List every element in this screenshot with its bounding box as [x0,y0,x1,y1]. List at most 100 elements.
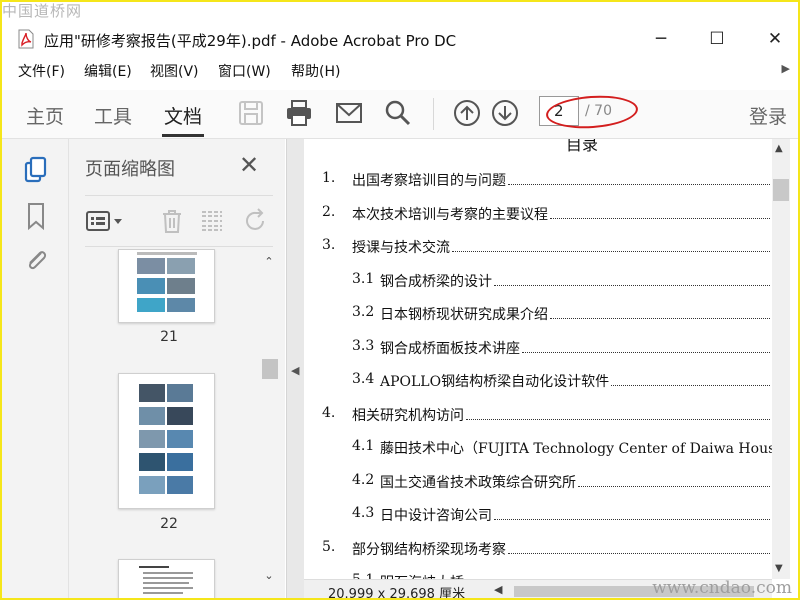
app-window: 应用"研修考察报告(平成29年).pdf - Adobe Acrobat Pro… [0,0,800,600]
panel-toolbar [85,195,273,247]
scroll-down-icon[interactable]: ▼ [775,563,783,574]
toc-number: 3.4 [352,371,375,387]
tab-document[interactable]: 文档 [164,102,202,129]
thumbnail-list: 21 22 [69,249,285,598]
thumbnail-options-icon[interactable] [85,208,125,234]
toc-entry[interactable]: 5. 部分钢结构桥梁现场考察 [304,539,772,559]
thumbnail-scrollbar[interactable]: ⌃ ⌄ [261,251,278,589]
scroll-thumb[interactable] [773,179,789,201]
toc-number: 4.3 [352,505,375,521]
mail-icon[interactable] [334,98,364,128]
bookmark-icon[interactable] [22,201,50,231]
rotate-icon[interactable] [243,208,269,234]
toc-title: 本次技术培训与考察的主要议程 [352,206,548,223]
attachment-icon[interactable] [22,245,50,275]
panel-title: 页面缩略图 [85,159,175,180]
menu-bar: 文件(F) 编辑(E) 视图(V) 窗口(W) 帮助(H) ▶ [2,58,798,84]
toc-title: APOLLO钢结构桥梁自动化设计软件 [380,374,610,390]
toc-entry[interactable]: 4. 相关研究机构访问 [304,405,772,425]
toc-number: 3. [322,237,336,253]
menu-edit[interactable]: 编辑(E) [84,61,132,81]
page-up-icon[interactable] [452,98,482,128]
toc-entry[interactable]: 1. 出国考察培训目的与问题 [304,170,772,190]
toc-number: 4.2 [352,471,375,488]
toc-title: 授课与技术交流 [352,240,450,256]
page-dimensions: 20.999 x 29.698 厘米 [328,587,466,600]
menu-file[interactable]: 文件(F) [18,61,65,81]
watermark-top: 中国道桥网 [2,2,83,20]
document-heading: 目录 [566,139,599,154]
delete-icon[interactable] [159,208,185,234]
page-thumbnail[interactable] [118,249,215,323]
save-icon[interactable] [236,98,266,128]
maximize-button[interactable]: ☐ [706,28,728,50]
toc-leader [494,507,770,520]
toc-entry[interactable]: 3.1 钢合成桥梁的设计 [304,271,772,291]
toc-title: 明石海峡大桥 [380,572,464,579]
toc-number: 3.3 [352,337,375,354]
page-down-icon[interactable] [490,98,520,128]
minimize-button[interactable]: ─ [650,28,672,50]
toc-title: 国土交通省技术政策综合研究所 [380,474,576,491]
toc-leader [508,172,770,185]
toc-number: 3.1 [352,270,375,287]
scroll-up-icon[interactable]: ▲ [775,143,783,154]
toc-leader [522,340,770,353]
toc-number: 2. [322,203,336,220]
pages-icon[interactable] [22,155,50,185]
toc-title: 日本钢桥现状研究成果介绍 [380,307,548,323]
toc-title: 部分钢结构桥梁现场考察 [352,541,506,558]
toc-entry[interactable]: 4.2 国土交通省技术政策综合研究所 [304,472,772,492]
toolbar: 主页 工具 文档 2 / 70 登录 [2,90,798,139]
toc-leader [550,206,770,219]
toc-leader [508,541,770,554]
print-icon[interactable] [284,98,314,128]
toc-leader [578,474,770,487]
toc-entry[interactable]: 3.2 日本钢桥现状研究成果介绍 [304,304,772,324]
search-icon[interactable] [383,98,413,128]
toc-leader [494,273,770,286]
toc-entry[interactable]: 4.3 日中设计咨询公司 [304,505,772,525]
menu-help[interactable]: 帮助(H) [291,61,340,81]
toc-leader [466,407,770,420]
tab-tools[interactable]: 工具 [94,102,132,129]
pdf-file-icon [18,29,34,49]
scroll-thumb[interactable] [262,359,278,379]
left-nav-rail [2,139,69,598]
title-bar: 应用"研修考察报告(平成29年).pdf - Adobe Acrobat Pro… [2,22,798,56]
toc-number: 1. [322,170,336,186]
toc-entry[interactable]: 3.4 APOLLO钢结构桥梁自动化设计软件 [304,371,772,391]
toc-title: 相关研究机构访问 [352,407,464,424]
scroll-up-icon[interactable]: ⌃ [261,255,277,268]
toolbar-separator [433,98,434,130]
extract-icon[interactable] [199,208,225,234]
thumbnail-label: 22 [160,516,178,532]
collapse-panel-arrow-icon[interactable]: ◀ [291,364,299,377]
menu-overflow-arrow-icon[interactable]: ▶ [782,62,790,75]
active-tab-indicator [162,134,204,137]
toc-title: 钢合成桥梁的设计 [380,273,492,290]
toc-entry[interactable]: 2. 本次技术培训与考察的主要议程 [304,204,772,224]
page-thumbnail[interactable] [118,559,215,598]
toc-leader [452,239,770,252]
menu-window[interactable]: 窗口(W) [218,61,271,81]
close-window-button[interactable]: ✕ [764,28,786,50]
page-thumbnail[interactable] [118,373,215,509]
toc-entry[interactable]: 4.1 藤田技术中心（FUJITA Technology Center of Da… [304,438,772,458]
scroll-left-icon[interactable]: ◀ [494,583,502,596]
toc-entry[interactable]: 3. 授课与技术交流 [304,237,772,257]
document-scrollbar[interactable]: ▲ ▼ [772,139,790,579]
toc-title: 藤田技术中心（FUJITA Technology Center of Daiwa… [380,441,772,457]
toc-number: 5. [322,538,336,555]
watermark-bottom: www.cndao.com [652,578,792,598]
tab-home[interactable]: 主页 [26,102,64,129]
toc-title: 日中设计咨询公司 [380,508,492,524]
panel-splitter[interactable]: ◀ [286,139,305,598]
toc-entry[interactable]: 3.3 钢合成桥面板技术讲座 [304,338,772,358]
close-panel-icon[interactable]: ✕ [239,151,259,179]
window-title: 应用"研修考察报告(平成29年).pdf - Adobe Acrobat Pro… [44,32,457,50]
login-button[interactable]: 登录 [749,102,787,129]
scroll-down-icon[interactable]: ⌄ [261,569,277,582]
document-view: 目录 1. 出国考察培训目的与问题 2. 本次技术培训与考察的主要议程 3. 授课与技术交… [304,139,772,579]
menu-view[interactable]: 视图(V) [150,61,199,81]
